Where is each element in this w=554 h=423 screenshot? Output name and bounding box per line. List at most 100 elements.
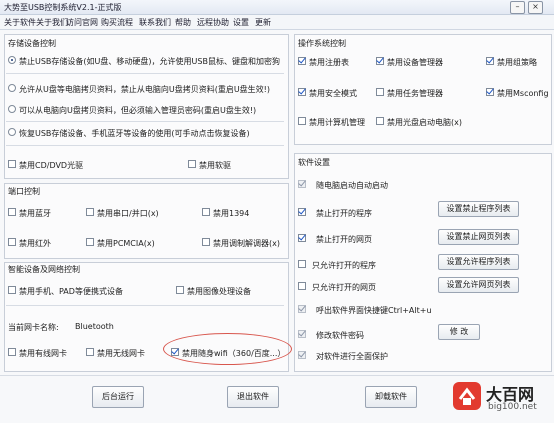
set-block-programs-button[interactable]: 设置禁止程序列表 bbox=[438, 201, 519, 217]
disable-registry-checkbox[interactable] bbox=[298, 57, 306, 65]
full-protection-checkbox[interactable] bbox=[298, 351, 306, 359]
menu-contact[interactable]: 联系我们 bbox=[139, 17, 171, 28]
bottom-divider bbox=[0, 375, 554, 376]
disable-gpedit-label: 禁用组策略 bbox=[497, 58, 537, 67]
divider bbox=[6, 121, 284, 122]
run-in-background-button[interactable]: 后台运行 bbox=[92, 386, 144, 408]
disable-phone-label: 禁用手机、PAD等便携式设备 bbox=[19, 287, 123, 296]
disable-computer-management-label: 禁用计算机管理 bbox=[309, 118, 365, 127]
menu-remote[interactable]: 远程协助 bbox=[197, 17, 229, 28]
storage-option-password-label: 可以从电脑向U盘拷贝资料，但必须输入管理员密码(重启U盘生效!) bbox=[19, 106, 257, 115]
disable-bluetooth-checkbox[interactable] bbox=[8, 208, 16, 216]
disable-task-manager-checkbox[interactable] bbox=[376, 88, 384, 96]
nic-caption: 当前网卡名称: bbox=[8, 323, 59, 332]
disable-wireless-nic-checkbox[interactable] bbox=[86, 348, 94, 356]
storage-option-readonly-radio[interactable] bbox=[8, 84, 16, 92]
block-programs-label: 禁止打开的程序 bbox=[316, 209, 372, 218]
hotkey-label: 呼出软件界面快捷键Ctrl+Alt+u bbox=[316, 306, 432, 315]
disable-cd-boot-label: 禁用光盘启动电脑(x) bbox=[387, 118, 462, 127]
disable-msconfig-label: 禁用Msconfig bbox=[497, 89, 549, 98]
disable-wireless-nic-label: 禁用无线网卡 bbox=[97, 349, 145, 358]
storage-option-readonly-label: 允许从U盘等电脑拷贝资料，禁止从电脑向U盘拷贝资料(重启U盘生效!) bbox=[19, 85, 271, 94]
disable-cd-checkbox[interactable] bbox=[8, 160, 16, 168]
disable-registry-label: 禁用注册表 bbox=[309, 58, 349, 67]
disable-imaging-checkbox[interactable] bbox=[176, 286, 184, 294]
autostart-label: 随电脑启动自动启动 bbox=[316, 181, 388, 190]
disable-1394-label: 禁用1394 bbox=[213, 209, 250, 218]
menu-help[interactable]: 帮助 bbox=[175, 17, 191, 28]
disable-infrared-checkbox[interactable] bbox=[8, 238, 16, 246]
close-button[interactable]: × bbox=[528, 1, 543, 14]
menu-about-us[interactable]: 关于我们 bbox=[36, 17, 68, 28]
allow-web-label: 只允许打开的网页 bbox=[312, 283, 376, 292]
disable-modem-checkbox[interactable] bbox=[202, 238, 210, 246]
software-title: 软件设置 bbox=[298, 158, 330, 167]
menu-purchase[interactable]: 购买流程 bbox=[101, 17, 133, 28]
storage-option-restore-label: 恢复USB存储设备、手机蓝牙等设备的使用(可手动点击恢复设备) bbox=[19, 129, 250, 138]
full-protection-label: 对软件进行全面保护 bbox=[316, 352, 388, 361]
disable-cd-label: 禁用CD/DVD光驱 bbox=[19, 161, 84, 170]
disable-computer-management-checkbox[interactable] bbox=[298, 117, 306, 125]
nic-name: Bluetooth bbox=[75, 322, 114, 331]
allow-programs-checkbox[interactable] bbox=[298, 260, 306, 268]
set-allow-programs-button[interactable]: 设置允许程序列表 bbox=[438, 254, 519, 270]
disable-imaging-label: 禁用图像处理设备 bbox=[187, 287, 251, 296]
watermark-url: big100.net bbox=[488, 402, 537, 412]
disable-wired-nic-checkbox[interactable] bbox=[8, 348, 16, 356]
os-title: 操作系统控制 bbox=[298, 39, 346, 48]
disable-wired-nic-label: 禁用有线网卡 bbox=[19, 349, 67, 358]
disable-device-manager-checkbox[interactable] bbox=[376, 57, 384, 65]
smart-title: 智能设备及网络控制 bbox=[8, 265, 80, 274]
menu-website[interactable]: 访问官网 bbox=[66, 17, 98, 28]
disable-task-manager-label: 禁用任务管理器 bbox=[387, 89, 443, 98]
disable-gpedit-checkbox[interactable] bbox=[486, 57, 494, 65]
ports-title: 端口控制 bbox=[8, 187, 40, 196]
watermark: 大百网 big100.net bbox=[452, 379, 552, 421]
disable-safe-mode-label: 禁用安全模式 bbox=[309, 89, 357, 98]
uninstall-software-button[interactable]: 卸载软件 bbox=[365, 386, 417, 408]
storage-option-disable-radio[interactable] bbox=[8, 56, 16, 64]
disable-serial-label: 禁用串口/并口(x) bbox=[97, 209, 159, 218]
minimize-button[interactable]: – bbox=[510, 1, 525, 14]
disable-device-manager-label: 禁用设备管理器 bbox=[387, 58, 443, 67]
disable-safe-mode-checkbox[interactable] bbox=[298, 88, 306, 96]
exit-software-button[interactable]: 退出软件 bbox=[227, 386, 279, 408]
title-bar: 大势至USB控制系统V2.1-正式版 – × bbox=[0, 0, 554, 15]
storage-title: 存储设备控制 bbox=[8, 39, 56, 48]
allow-programs-label: 只允许打开的程序 bbox=[312, 261, 376, 270]
divider bbox=[6, 145, 284, 146]
disable-1394-checkbox[interactable] bbox=[202, 208, 210, 216]
disable-floppy-label: 禁用软驱 bbox=[199, 161, 231, 170]
set-allow-web-button[interactable]: 设置允许网页列表 bbox=[438, 277, 519, 293]
menu-bar: 关于软件 关于我们 访问官网 购买流程 联系我们 帮助 远程协助 设置 更新 bbox=[0, 15, 554, 30]
disable-msconfig-checkbox[interactable] bbox=[486, 88, 494, 96]
allow-web-checkbox[interactable] bbox=[298, 282, 306, 290]
watermark-logo-icon bbox=[453, 382, 481, 410]
block-programs-checkbox[interactable] bbox=[298, 208, 306, 216]
disable-modem-label: 禁用调制解调器(x) bbox=[213, 239, 280, 248]
block-web-checkbox[interactable] bbox=[298, 234, 306, 242]
disable-pcmcia-label: 禁用PCMCIA(x) bbox=[97, 239, 155, 248]
menu-settings[interactable]: 设置 bbox=[233, 17, 249, 28]
menu-update[interactable]: 更新 bbox=[255, 17, 271, 28]
menu-about-software[interactable]: 关于软件 bbox=[4, 17, 36, 28]
disable-infrared-label: 禁用红外 bbox=[19, 239, 51, 248]
autostart-checkbox[interactable] bbox=[298, 180, 306, 188]
change-password-label: 修改软件密码 bbox=[316, 331, 364, 340]
divider bbox=[6, 73, 284, 74]
disable-pcmcia-checkbox[interactable] bbox=[86, 238, 94, 246]
window-title: 大势至USB控制系统V2.1-正式版 bbox=[4, 3, 122, 12]
change-password-checkbox[interactable] bbox=[298, 330, 306, 338]
storage-option-disable-label: 禁止USB存储设备(如U盘、移动硬盘)，允许使用USB鼠标、键盘和加密狗 bbox=[19, 57, 280, 66]
hotkey-checkbox[interactable] bbox=[298, 305, 306, 313]
change-password-button[interactable]: 修 改 bbox=[438, 324, 480, 340]
disable-floppy-checkbox[interactable] bbox=[188, 160, 196, 168]
storage-option-restore-radio[interactable] bbox=[8, 128, 16, 136]
disable-phone-checkbox[interactable] bbox=[8, 286, 16, 294]
divider bbox=[6, 305, 284, 306]
disable-serial-checkbox[interactable] bbox=[86, 208, 94, 216]
disable-bluetooth-label: 禁用蓝牙 bbox=[19, 209, 51, 218]
set-block-web-button[interactable]: 设置禁止网页列表 bbox=[438, 229, 519, 245]
disable-cd-boot-checkbox[interactable] bbox=[376, 117, 384, 125]
storage-option-password-radio[interactable] bbox=[8, 105, 16, 113]
